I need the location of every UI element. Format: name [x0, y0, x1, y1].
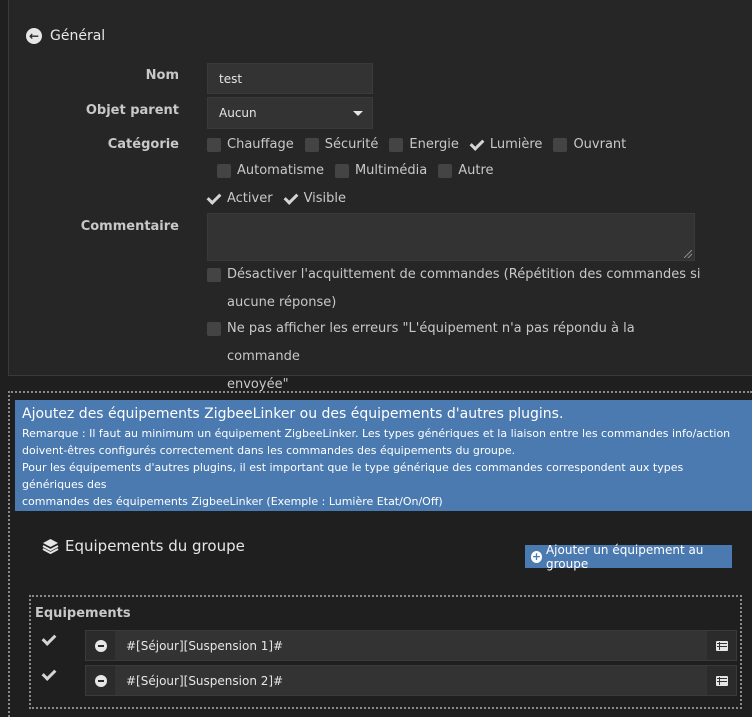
- category-ouvrant[interactable]: Ouvrant: [553, 137, 626, 152]
- minus-circle-icon: [94, 639, 107, 652]
- category-lumiere[interactable]: Lumière: [470, 137, 543, 152]
- row-1-checkbox[interactable]: [42, 633, 56, 647]
- row-2-value[interactable]: #[Séjour][Suspension 2]#: [126, 674, 283, 688]
- checkbox-checked[interactable]: [470, 138, 484, 152]
- info-line-4: commandes des équipements ZigbeeLinker (…: [22, 495, 443, 508]
- checkbox[interactable]: [553, 137, 568, 152]
- list-alt-icon: [715, 640, 728, 651]
- option-hide-errors[interactable]: Ne pas afficher les erreurs "L'équipemen…: [207, 315, 707, 399]
- add-equipment-button[interactable]: + Ajouter un équipement au groupe: [525, 542, 732, 571]
- row-2-checkbox[interactable]: [42, 668, 56, 682]
- info-alert: Ajoutez des équipements ZigbeeLinker ou …: [15, 400, 752, 511]
- state-row: Activer Visible: [207, 191, 357, 206]
- option-disable-ack-line1: Désactiver l'acquittement de commandes (…: [227, 267, 701, 282]
- comment-label: Commentaire: [80, 219, 179, 234]
- category-autre[interactable]: Autre: [438, 163, 494, 178]
- info-heading: Ajoutez des équipements ZigbeeLinker ou …: [22, 406, 564, 422]
- table-row: #[Séjour][Suspension 1]#: [85, 630, 737, 661]
- checkbox-checked[interactable]: [207, 192, 221, 206]
- category-row-2: Automatisme Multimédia Autre: [217, 163, 505, 178]
- checkbox[interactable]: [207, 322, 221, 336]
- option-disable-ack-line2: aucune réponse): [227, 295, 337, 310]
- checkbox[interactable]: [304, 137, 319, 152]
- general-legend: ← Général: [26, 28, 105, 44]
- activate-checkbox[interactable]: Activer: [207, 191, 273, 206]
- equipment-list-title: Equipements: [35, 606, 131, 621]
- category-chauffage[interactable]: Chauffage: [207, 137, 294, 152]
- chevron-down-icon: [353, 111, 363, 116]
- category-automatisme[interactable]: Automatisme: [217, 163, 324, 178]
- option-hide-errors-line1: Ne pas afficher les erreurs "L'équipemen…: [227, 321, 635, 364]
- select-command-button[interactable]: [707, 631, 736, 660]
- resize-grip-icon[interactable]: [684, 250, 692, 258]
- checkbox[interactable]: [334, 163, 349, 178]
- remove-row-button[interactable]: [86, 666, 115, 695]
- category-row-1: Chauffage Sécurité Energie Lumière Ouvra…: [207, 137, 637, 152]
- info-line-2: doivent-êtres configurés correctement da…: [22, 444, 516, 457]
- arrow-circle-left-icon[interactable]: ←: [26, 28, 42, 44]
- add-equipment-label: Ajouter un équipement au groupe: [545, 542, 704, 571]
- row-1-value[interactable]: #[Séjour][Suspension 1]#: [126, 639, 283, 653]
- category-securite[interactable]: Sécurité: [304, 137, 378, 152]
- group-title: Equipements du groupe: [65, 537, 245, 555]
- checkbox[interactable]: [438, 163, 453, 178]
- layers-icon: [42, 539, 59, 554]
- name-label: Nom: [145, 68, 179, 83]
- remove-row-button[interactable]: [86, 631, 115, 660]
- list-alt-icon: [715, 675, 728, 686]
- info-line-1: Remarque : Il faut au minimum un équipem…: [22, 427, 731, 440]
- checkbox-checked[interactable]: [284, 192, 298, 206]
- table-row: #[Séjour][Suspension 2]#: [85, 665, 737, 696]
- category-multimedia[interactable]: Multimédia: [334, 163, 427, 178]
- option-disable-ack[interactable]: Désactiver l'acquittement de commandes (…: [207, 261, 707, 317]
- minus-circle-icon: [94, 674, 107, 687]
- parent-label: Objet parent: [85, 103, 179, 118]
- parent-select-value: Aucun: [219, 106, 257, 120]
- category-label: Catégorie: [107, 137, 179, 152]
- comment-textarea[interactable]: [207, 213, 695, 261]
- parent-select[interactable]: Aucun: [207, 97, 373, 129]
- plus-circle-icon: +: [531, 550, 542, 563]
- checkbox[interactable]: [389, 137, 404, 152]
- visible-checkbox[interactable]: Visible: [284, 191, 346, 206]
- checkbox[interactable]: [207, 137, 221, 152]
- general-title: Général: [50, 28, 106, 44]
- info-line-3: Pour les équipements d'autres plugins, i…: [22, 461, 684, 491]
- name-input[interactable]: test: [207, 63, 373, 94]
- checkbox[interactable]: [207, 268, 221, 282]
- group-section-title: Equipements du groupe: [42, 537, 245, 555]
- checkbox[interactable]: [217, 163, 231, 178]
- select-command-button[interactable]: [707, 666, 736, 695]
- category-energie[interactable]: Energie: [389, 137, 459, 152]
